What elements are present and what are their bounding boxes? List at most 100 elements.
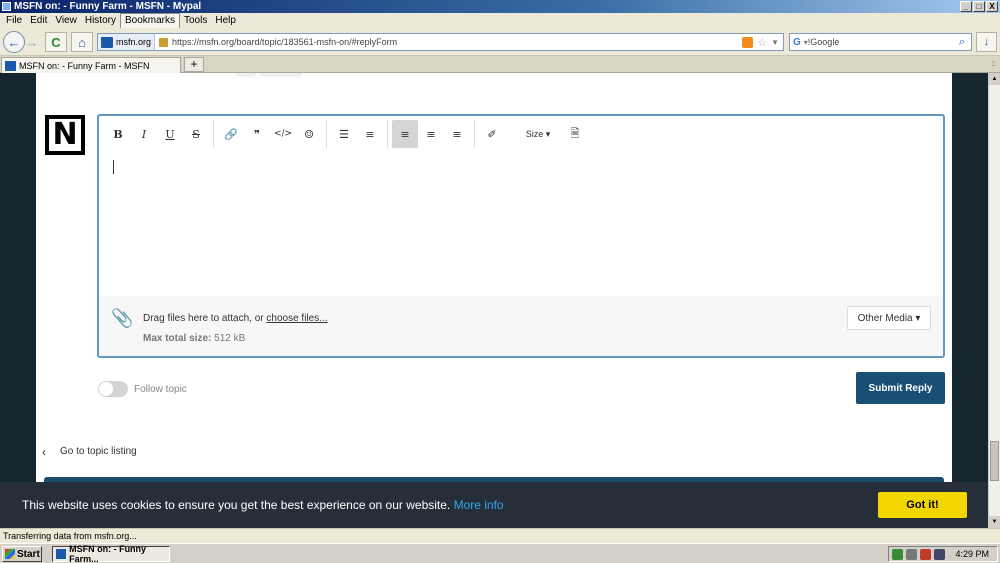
search-engine-icon[interactable]: G	[793, 37, 801, 48]
max-size-info: Max total size: 512 kB	[143, 333, 245, 344]
maximize-button[interactable]: □	[973, 1, 985, 12]
scroll-up-arrow[interactable]: ▲	[989, 73, 1000, 85]
page-viewport: N B I U S 🔗 ❞ </> ☺ ☰ ≡ ≡ ≡ ≡ ✐ Size ▾ 🗎…	[0, 73, 988, 528]
menu-file[interactable]: File	[2, 14, 26, 28]
editor-toolbar: B I U S 🔗 ❞ </> ☺ ☰ ≡ ≡ ≡ ≡ ✐ Size ▾ 🗎	[99, 116, 943, 152]
cookie-more-info-link[interactable]: More info	[454, 498, 504, 512]
hidden-button[interactable]	[260, 73, 302, 77]
align-left-icon[interactable]: ≡	[392, 120, 418, 148]
url-input[interactable]: https://msfn.org/board/topic/183561-msfn…	[172, 37, 742, 47]
reply-editor[interactable]: B I U S 🔗 ❞ </> ☺ ☰ ≡ ≡ ≡ ≡ ✐ Size ▾ 🗎 📎…	[97, 114, 945, 358]
menu-history[interactable]: History	[81, 14, 120, 28]
close-button[interactable]: X	[986, 1, 998, 12]
new-tab-button[interactable]: +	[184, 57, 204, 72]
rss-icon[interactable]	[742, 36, 754, 48]
toolbar-divider	[213, 120, 214, 148]
emoji-icon[interactable]: ☺	[296, 120, 322, 148]
minimize-button[interactable]: _	[960, 1, 972, 12]
numbered-list-icon[interactable]: ≡	[357, 120, 383, 148]
strikethrough-button[interactable]: S	[183, 120, 209, 148]
menu-bar: File Edit View History Bookmarks Tools H…	[0, 12, 1000, 29]
align-center-icon[interactable]: ≡	[418, 120, 444, 148]
menu-tools[interactable]: Tools	[180, 14, 211, 28]
menu-help[interactable]: Help	[211, 14, 240, 28]
avatar[interactable]: N	[45, 115, 85, 155]
quote-icon[interactable]: ❞	[244, 120, 270, 148]
url-dropdown-icon[interactable]: ▼	[771, 38, 779, 47]
window-controls: _ □ X	[960, 1, 998, 12]
toggle-knob	[99, 382, 113, 396]
link-icon[interactable]: 🔗	[218, 120, 244, 148]
page-content: N B I U S 🔗 ❞ </> ☺ ☰ ≡ ≡ ≡ ≡ ✐ Size ▾ 🗎…	[36, 73, 952, 528]
cookie-banner: This website uses cookies to ensure you …	[0, 482, 988, 528]
tab-title: MSFN on: - Funny Farm - MSFN	[19, 60, 150, 71]
follow-topic-toggle[interactable]	[98, 381, 128, 397]
other-media-button[interactable]: Other Media ▾	[847, 306, 931, 330]
italic-button[interactable]: I	[131, 120, 157, 148]
navigation-toolbar: ← → C ⌂ msfn.org https://msfn.org/board/…	[0, 28, 1000, 56]
cookie-text: This website uses cookies to ensure you …	[22, 498, 454, 512]
menu-edit[interactable]: Edit	[26, 14, 51, 28]
scroll-down-arrow[interactable]: ▼	[989, 516, 1000, 528]
font-size-dropdown[interactable]: Size ▾	[514, 120, 562, 148]
taskbar: Start MSFN on: - Funny Farm... 4:29 PM	[0, 543, 1000, 563]
source-icon[interactable]: 🗎	[562, 120, 588, 148]
toolbar-divider	[326, 120, 327, 148]
taskbar-item-browser[interactable]: MSFN on: - Funny Farm...	[52, 544, 170, 563]
attachment-area[interactable]: 📎 Drag files here to attach, or choose f…	[99, 296, 943, 356]
underline-button[interactable]: U	[157, 120, 183, 148]
start-label: Start	[17, 548, 40, 560]
lock-icon	[159, 37, 169, 47]
clock[interactable]: 4:29 PM	[955, 549, 989, 559]
align-right-icon[interactable]: ≡	[444, 120, 470, 148]
bold-button[interactable]: B	[105, 120, 131, 148]
tab-msfn[interactable]: MSFN on: - Funny Farm - MSFN	[1, 57, 181, 73]
tab-favicon-icon	[5, 60, 16, 71]
toolbar-divider	[387, 120, 388, 148]
cookie-message: This website uses cookies to ensure you …	[22, 498, 504, 512]
follow-topic-label[interactable]: Follow topic	[134, 384, 187, 395]
window-titlebar: MSFN on: - Funny Farm - MSFN - Mypal _ □…	[0, 0, 1000, 13]
update-icon[interactable]	[934, 548, 945, 560]
search-icon[interactable]: ⌕	[953, 36, 971, 49]
volume-icon[interactable]	[906, 548, 917, 560]
menu-bookmarks[interactable]: Bookmarks	[119, 12, 180, 29]
site-identity-button[interactable]: msfn.org	[98, 34, 156, 50]
reload-button[interactable]: C	[45, 32, 67, 52]
forward-button[interactable]: →	[25, 32, 39, 52]
tab-list-button[interactable]: ::	[992, 59, 996, 68]
status-text: Transferring data from msfn.org...	[3, 531, 137, 541]
status-bar: Transferring data from msfn.org...	[0, 528, 1000, 543]
bookmark-star-icon[interactable]: ☆	[757, 36, 767, 49]
search-bar[interactable]: G ▾ !Google ⌕	[789, 33, 972, 51]
search-input[interactable]: !Google	[808, 37, 953, 47]
code-icon[interactable]: </>	[270, 120, 296, 148]
home-button[interactable]: ⌂	[71, 32, 93, 52]
start-button[interactable]: Start	[2, 546, 42, 562]
text-cursor[interactable]	[113, 160, 114, 174]
submit-reply-button[interactable]: Submit Reply	[856, 372, 945, 404]
vertical-scrollbar[interactable]: ▲ ▼	[988, 73, 1000, 528]
security-icon[interactable]	[920, 548, 931, 560]
hidden-button[interactable]	[236, 73, 256, 77]
scroll-thumb[interactable]	[990, 441, 999, 481]
choose-files-link[interactable]: choose files...	[266, 313, 327, 324]
cookie-accept-button[interactable]: Got it!	[878, 492, 967, 518]
url-bar[interactable]: msfn.org https://msfn.org/board/topic/18…	[97, 33, 784, 51]
back-button[interactable]: ←	[3, 31, 25, 53]
network-icon[interactable]	[892, 548, 903, 560]
tab-bar: MSFN on: - Funny Farm - MSFN + ::	[0, 56, 1000, 73]
browser-icon	[56, 549, 67, 559]
text-color-icon[interactable]: ✐	[479, 120, 505, 148]
url-bar-actions: ☆ ▼	[742, 36, 783, 49]
system-tray: 4:29 PM	[888, 546, 998, 562]
menu-view[interactable]: View	[51, 14, 81, 28]
go-to-topic-listing-link[interactable]: Go to topic listing	[60, 446, 137, 457]
avatar-letter: N	[52, 117, 78, 152]
bulleted-list-icon[interactable]: ☰	[331, 120, 357, 148]
attach-instructions: Drag files here to attach, or choose fil…	[143, 313, 328, 324]
downloads-button[interactable]: ↓	[976, 32, 997, 52]
window-title: MSFN on: - Funny Farm - MSFN - Mypal	[14, 1, 202, 12]
chevron-left-icon[interactable]: ‹	[42, 445, 46, 459]
site-favicon-icon	[101, 36, 113, 48]
